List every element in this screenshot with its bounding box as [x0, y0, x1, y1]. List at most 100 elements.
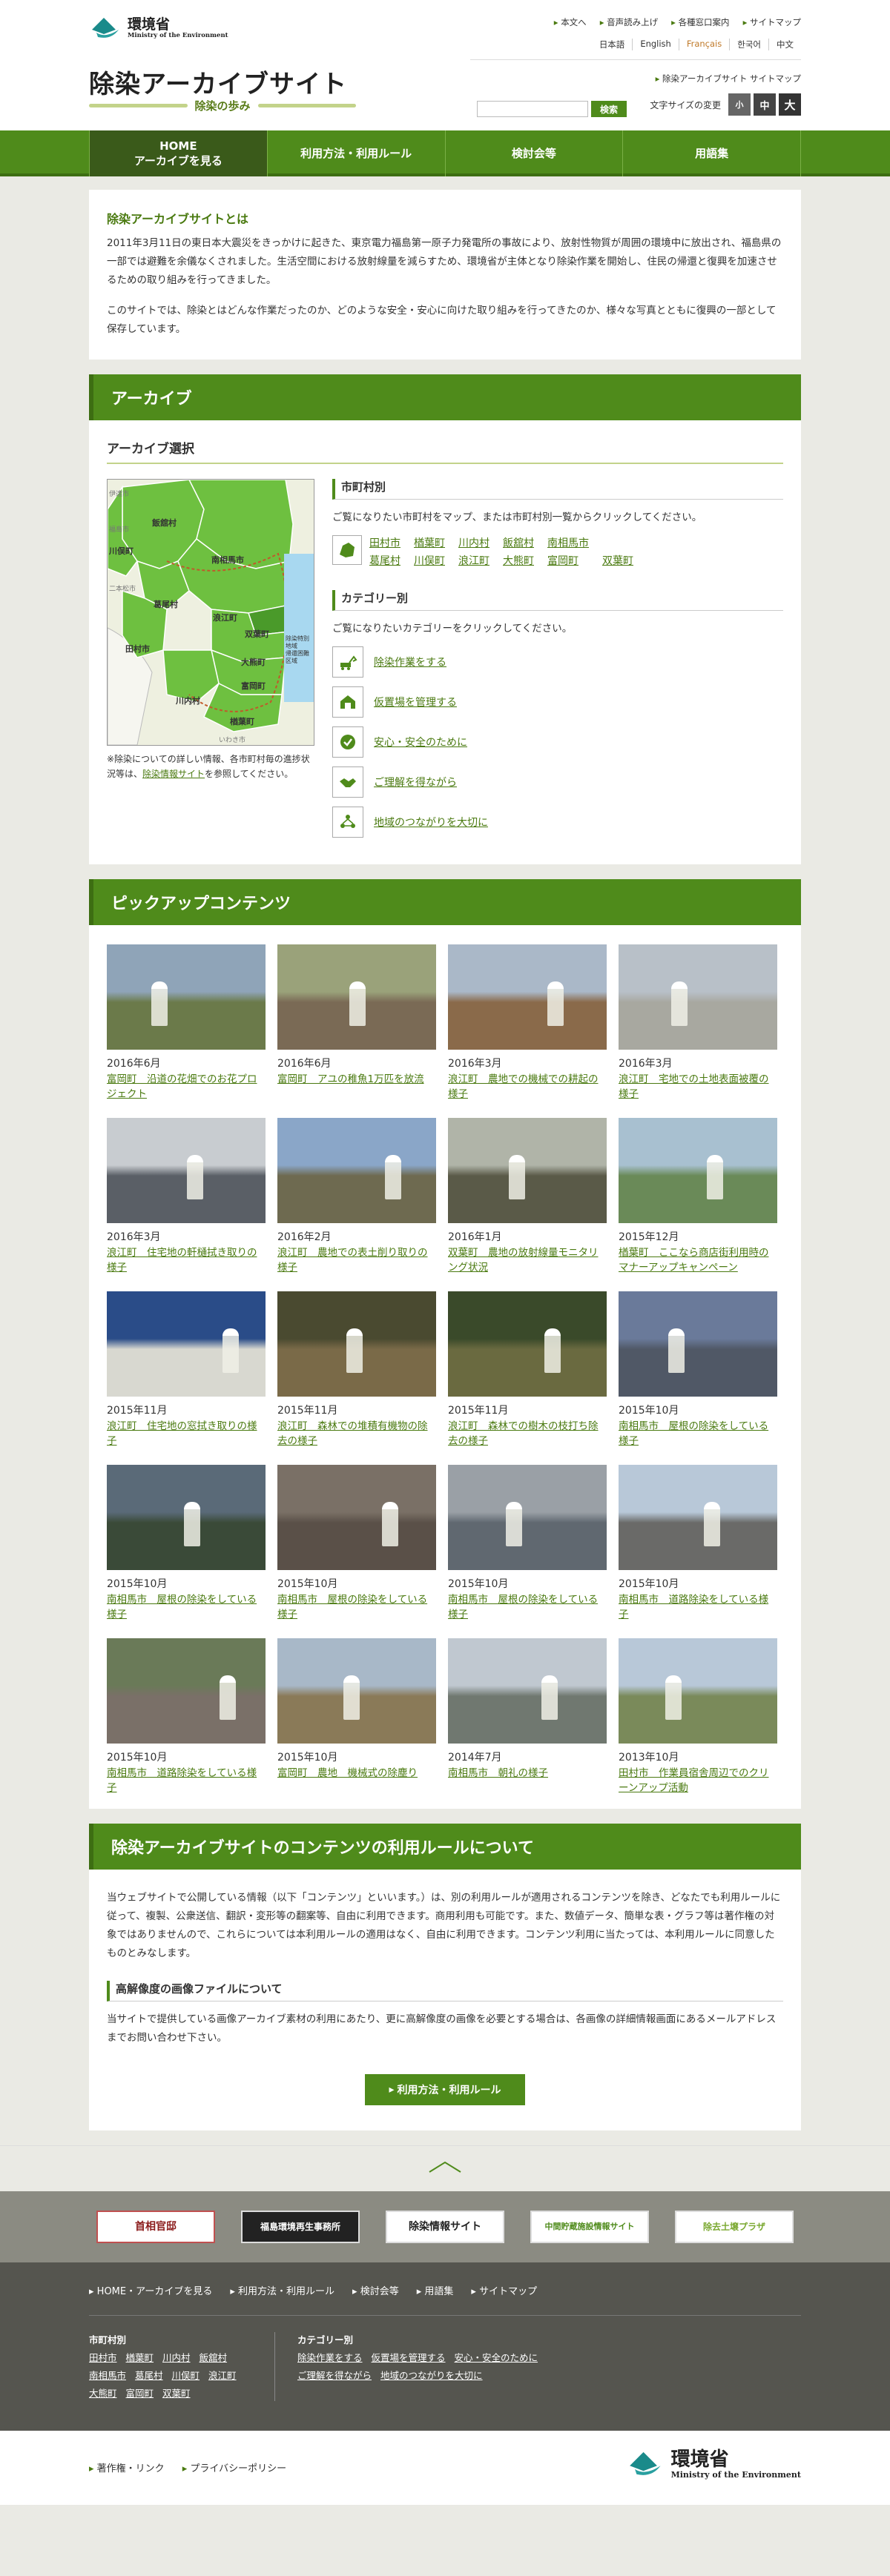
search-button[interactable]: 検索: [591, 101, 627, 117]
pickup-photo[interactable]: [619, 1118, 777, 1223]
pickup-item[interactable]: 2013年10月 田村市 作業員宿舎周辺でのクリーンアップ活動: [619, 1638, 777, 1795]
pickup-item[interactable]: 2016年3月 浪江町 農地での機械での耕起の様子: [448, 944, 607, 1102]
util-link-contact[interactable]: 各種窓口案内: [671, 16, 730, 28]
footer-link-glossary[interactable]: 用語集: [417, 2283, 453, 2297]
muni-link-iitate[interactable]: 飯舘村: [503, 535, 534, 552]
muni-link-tamura[interactable]: 田村市: [369, 535, 400, 552]
footer-cat-link[interactable]: ご理解を得ながら: [297, 2368, 372, 2383]
pickup-photo[interactable]: [277, 1465, 436, 1570]
pickup-photo[interactable]: [619, 1291, 777, 1397]
pickup-item[interactable]: 2015年10月 南相馬市 道路除染をしている様子: [107, 1638, 266, 1795]
pickup-item[interactable]: 2015年11月 浪江町 森林での樹木の枝打ち除去の様子: [448, 1291, 607, 1448]
lang-fr[interactable]: Français: [678, 39, 729, 50]
util-link-voice[interactable]: 音声読み上げ: [600, 16, 658, 28]
muni-link-katsurao[interactable]: 葛尾村: [369, 553, 400, 569]
footer-cat-link[interactable]: 安心・安全のために: [455, 2351, 538, 2365]
search-input[interactable]: [477, 101, 588, 117]
pickup-item[interactable]: 2015年10月 南相馬市 屋根の除染をしている様子: [277, 1465, 436, 1622]
banner-kantei[interactable]: 首相官邸: [96, 2211, 215, 2243]
category-item[interactable]: ご理解を得ながら: [332, 766, 783, 798]
category-item[interactable]: 安心・安全のために: [332, 726, 783, 758]
category-item[interactable]: 地域のつながりを大切に: [332, 807, 783, 838]
font-size-medium-button[interactable]: 中: [754, 93, 776, 116]
pickup-item[interactable]: 2016年3月 浪江町 住宅地の軒樋拭き取りの様子: [107, 1118, 266, 1275]
footer-cat-link[interactable]: 地域のつながりを大切に: [380, 2368, 483, 2383]
pickup-title-link[interactable]: 浪江町 森林での堆積有機物の除去の様子: [277, 1419, 436, 1448]
footer-moe-logo[interactable]: 環境省 Ministry of the Environment: [625, 2447, 801, 2481]
pickup-photo[interactable]: [107, 944, 266, 1050]
category-link-storage[interactable]: 仮置場を管理する: [374, 695, 457, 709]
footer-link-sitemap[interactable]: サイトマップ: [471, 2283, 537, 2297]
pickup-item[interactable]: 2015年11月 浪江町 森林での堆積有機物の除去の様子: [277, 1291, 436, 1448]
muni-link-minamisoma[interactable]: 南相馬市: [547, 535, 589, 552]
footer-muni-link[interactable]: 浪江町: [208, 2368, 237, 2383]
font-size-large-button[interactable]: 大: [779, 93, 801, 116]
footer-muni-link[interactable]: 富岡町: [126, 2386, 154, 2401]
map-label-tamura[interactable]: 田村市: [125, 643, 150, 655]
pickup-photo[interactable]: [277, 1118, 436, 1223]
pickup-title-link[interactable]: 浪江町 宅地での土地表面被覆の様子: [619, 1072, 777, 1102]
pickup-title-link[interactable]: 田村市 作業員宿舎周辺でのクリーンアップ活動: [619, 1766, 777, 1795]
pickup-item[interactable]: 2015年10月 南相馬市 屋根の除染をしている様子: [448, 1465, 607, 1622]
archive-sitemap-link[interactable]: 除染アーカイブサイト サイトマップ: [656, 73, 801, 85]
footer-link-home[interactable]: HOME・アーカイブを見る: [89, 2283, 213, 2297]
banner-decontam-info[interactable]: 除染情報サイト: [386, 2211, 504, 2243]
muni-link-namie[interactable]: 浪江町: [458, 553, 490, 569]
map-label-futaba[interactable]: 双葉町: [245, 628, 269, 640]
muni-link-okuma[interactable]: 大熊町: [503, 553, 534, 569]
footer-muni-link[interactable]: 川内村: [162, 2351, 191, 2365]
pickup-title-link[interactable]: 楢葉町 ここなら商店街利用時のマナーアップキャンペーン: [619, 1245, 777, 1275]
lang-zh[interactable]: 中文: [768, 39, 801, 50]
pickup-photo[interactable]: [619, 1638, 777, 1744]
map-label-minamisoma[interactable]: 南相馬市: [211, 554, 244, 566]
pickup-title-link[interactable]: 南相馬市 道路除染をしている様子: [107, 1766, 266, 1795]
pickup-title-link[interactable]: 浪江町 住宅地の窓拭き取りの様子: [107, 1419, 266, 1448]
pickup-photo[interactable]: [107, 1291, 266, 1397]
lang-ja[interactable]: 日本語: [592, 39, 633, 50]
pickup-title-link[interactable]: 南相馬市 屋根の除染をしている様子: [619, 1419, 777, 1448]
map-label-kawamata[interactable]: 川俣町: [109, 545, 134, 557]
footer-link-committee[interactable]: 検討会等: [352, 2283, 399, 2297]
copyright-link[interactable]: 著作権・リンク: [89, 2460, 165, 2474]
pickup-photo[interactable]: [107, 1465, 266, 1570]
banner-interim-storage[interactable]: 中間貯蔵施設情報サイト: [530, 2211, 649, 2243]
pickup-photo[interactable]: [448, 1291, 607, 1397]
fukushima-map[interactable]: 飯舘村 川俣町 南相馬市 葛尾村 浪江町 田村市 双葉町 大熊町 富岡町 川内村…: [107, 479, 314, 746]
pickup-item[interactable]: 2016年6月 富岡町 アユの稚魚1万匹を放流: [277, 944, 436, 1102]
footer-muni-link[interactable]: 田村市: [89, 2351, 117, 2365]
pickup-title-link[interactable]: 双葉町 農地の放射線量モニタリング状況: [448, 1245, 607, 1275]
pickup-title-link[interactable]: 浪江町 農地での表土削り取りの様子: [277, 1245, 436, 1275]
util-link-sitemap[interactable]: サイトマップ: [743, 16, 801, 28]
pickup-title-link[interactable]: 富岡町 農地 機械式の除塵り: [277, 1766, 436, 1781]
map-label-tomioka[interactable]: 富岡町: [241, 680, 266, 692]
muni-link-kawamata[interactable]: 川俣町: [414, 553, 445, 569]
pickup-title-link[interactable]: 南相馬市 屋根の除染をしている様子: [448, 1592, 607, 1622]
muni-link-naraha[interactable]: 楢葉町: [414, 535, 445, 552]
category-link-understanding[interactable]: ご理解を得ながら: [374, 775, 457, 789]
pickup-item[interactable]: 2015年11月 浪江町 住宅地の窓拭き取りの様子: [107, 1291, 266, 1448]
footer-muni-link[interactable]: 大熊町: [89, 2386, 117, 2401]
font-size-small-button[interactable]: 小: [728, 93, 751, 116]
footer-muni-link[interactable]: 楢葉町: [126, 2351, 154, 2365]
pickup-item[interactable]: 2016年1月 双葉町 農地の放射線量モニタリング状況: [448, 1118, 607, 1275]
pickup-item[interactable]: 2016年3月 浪江町 宅地での土地表面被覆の様子: [619, 944, 777, 1102]
map-label-okuma[interactable]: 大熊町: [241, 656, 266, 668]
footer-muni-link[interactable]: 飯舘村: [200, 2351, 228, 2365]
privacy-link[interactable]: プライバシーポリシー: [182, 2460, 286, 2474]
lang-ko[interactable]: 한국어: [729, 39, 768, 50]
pickup-photo[interactable]: [277, 1638, 436, 1744]
pickup-item[interactable]: 2014年7月 南相馬市 朝礼の様子: [448, 1638, 607, 1795]
category-item[interactable]: 仮置場を管理する: [332, 686, 783, 718]
decontam-info-link[interactable]: 除染情報サイト: [142, 769, 205, 779]
banner-soil-plaza[interactable]: 除去土壌プラザ: [675, 2211, 794, 2243]
util-link-skip[interactable]: 本文へ: [554, 16, 587, 28]
gnav-usage[interactable]: 利用方法・利用ルール: [268, 130, 446, 176]
pickup-photo[interactable]: [448, 1638, 607, 1744]
footer-muni-link[interactable]: 双葉町: [162, 2386, 191, 2401]
usage-rules-button[interactable]: 利用方法・利用ルール: [365, 2074, 525, 2105]
map-label-namie[interactable]: 浪江町: [213, 612, 237, 623]
pickup-photo[interactable]: [448, 944, 607, 1050]
pickup-item[interactable]: 2015年10月 南相馬市 道路除染をしている様子: [619, 1465, 777, 1622]
gnav-glossary[interactable]: 用語集: [623, 130, 801, 176]
map-label-iitate[interactable]: 飯舘村: [152, 517, 177, 529]
